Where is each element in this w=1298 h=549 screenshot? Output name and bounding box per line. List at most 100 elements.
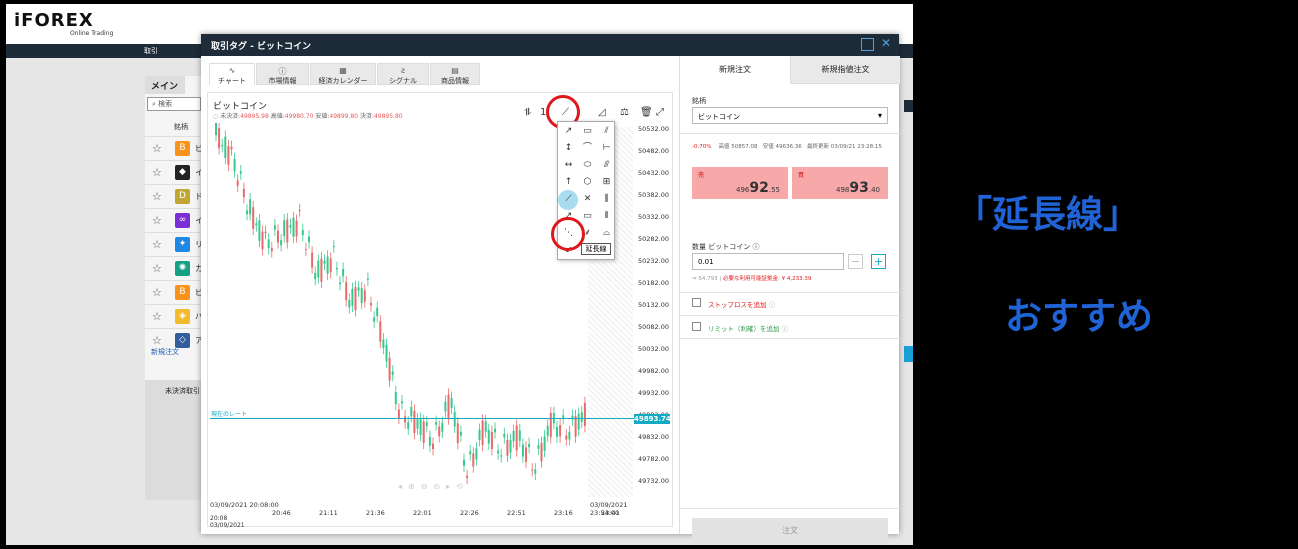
star-icon[interactable]: ☆ — [152, 334, 162, 347]
candle-body — [348, 299, 351, 308]
candle-body — [267, 239, 270, 249]
candle-type-icon[interactable]: ⥮ — [524, 107, 531, 118]
grid-tool-icon[interactable]: ⊞ — [597, 174, 616, 191]
indicator-icon[interactable]: ◿ — [598, 107, 606, 118]
time-tick: 23:16 — [554, 509, 573, 517]
symbol-value: ビットコイン — [698, 113, 740, 121]
candle-body — [270, 248, 273, 252]
candle-body — [525, 447, 527, 462]
close-icon[interactable]: ✕ — [881, 36, 891, 50]
fullscreen-icon[interactable]: ⤢ — [656, 107, 664, 118]
fib-tool-icon[interactable]: ⊢ — [597, 140, 616, 157]
instrument-row[interactable]: ☆ ◆ イ — [145, 160, 203, 184]
coin-icon: ✦ — [175, 237, 190, 252]
divider — [680, 133, 900, 134]
candle-body — [500, 455, 503, 457]
star-icon[interactable]: ☆ — [152, 310, 162, 323]
nav-trade[interactable]: 取引 — [144, 46, 158, 56]
candle-body — [416, 419, 419, 429]
limit-checkbox[interactable] — [692, 322, 701, 331]
candle-body — [583, 402, 586, 427]
star-icon[interactable]: ☆ — [152, 262, 162, 275]
arc-tool-icon[interactable]: ⌒ — [578, 140, 597, 157]
candle-body — [301, 229, 304, 236]
new-order-link[interactable]: 新規注文 — [151, 347, 179, 357]
time-tick: 21:11 — [319, 509, 338, 517]
arrow-tool-icon[interactable]: ↑ — [559, 174, 578, 191]
tab-new-order[interactable]: 新規注文 — [680, 56, 790, 84]
tab-chart[interactable]: ∿ チャート — [209, 63, 255, 85]
annotation-title: 「延長線」 — [955, 193, 1140, 236]
cross-tool-icon[interactable]: ✕ — [578, 191, 597, 208]
symbol-select[interactable]: ビットコイン ▾ — [692, 107, 888, 124]
trend-line-tool-icon[interactable]: ↗ — [559, 123, 578, 140]
instrument-row[interactable]: ☆ ✦ リ — [145, 232, 203, 256]
channel-tool-icon[interactable]: ⫼ — [597, 191, 616, 208]
star-icon[interactable]: ☆ — [152, 238, 162, 251]
help-icon[interactable]: ⓘ — [769, 301, 776, 309]
help-icon[interactable]: ⓘ — [752, 243, 759, 251]
arc2-tool-icon[interactable]: ⌓ — [597, 225, 616, 242]
instrument-row[interactable]: ☆ ✺ カ — [145, 256, 203, 280]
scale-icon[interactable]: ⚖ — [620, 107, 629, 118]
sell-button[interactable]: 売 49692.55 — [692, 167, 788, 199]
submit-order-button[interactable]: 注文 — [692, 518, 888, 544]
extension-line-tool-icon[interactable]: ⟋ — [559, 191, 578, 208]
star-icon[interactable]: ☆ — [152, 166, 162, 179]
star-icon[interactable]: ☆ — [152, 286, 162, 299]
candle-body — [345, 282, 348, 301]
instrument-row[interactable]: ☆ B ビ — [145, 136, 203, 160]
candle-body — [363, 290, 366, 302]
instrument-row[interactable]: ☆ D ド — [145, 184, 203, 208]
tab-product-info[interactable]: ▤ 商品情報 — [430, 63, 480, 85]
trash-icon[interactable]: 🗑︎ — [640, 107, 653, 118]
sell-price-main: 92 — [749, 180, 769, 196]
candle-body — [385, 344, 388, 362]
price-tick: 50182.00 — [638, 279, 670, 287]
search-input[interactable]: ⌕ 検索 — [147, 97, 201, 111]
updated-label: 最終更新 — [807, 144, 830, 150]
vertical-line-tool-icon[interactable]: ↕ — [559, 140, 578, 157]
time-tick: 22:01 — [413, 509, 432, 517]
candle-body — [447, 394, 450, 419]
quantity-input[interactable]: 0.01 — [692, 253, 844, 270]
star-icon[interactable]: ☆ — [152, 190, 162, 203]
tab-limit-order[interactable]: 新規指値注文 — [790, 56, 900, 84]
candle-body — [317, 260, 320, 278]
quantity-minus-button[interactable]: − — [848, 254, 863, 269]
buy-button[interactable]: 買 49893.40 — [792, 167, 888, 199]
limit-label[interactable]: リミット（利確）を追加 ⓘ — [708, 323, 788, 333]
candle-body — [469, 451, 472, 455]
instrument-row[interactable]: ☆ ∞ イ — [145, 208, 203, 232]
candle-body — [546, 425, 549, 436]
price-chart[interactable]: ビットコイン ◌ 未決済:49895.98 高値:49980.70 安値:498… — [207, 92, 673, 529]
star-icon[interactable]: ☆ — [152, 142, 162, 155]
tab-main[interactable]: メイン — [145, 76, 185, 94]
price-tick: 49732.00 — [638, 477, 670, 485]
pitchfork-tool-icon[interactable]: ⫽ — [597, 123, 616, 140]
candle-body — [252, 207, 255, 229]
horizontal-line-tool-icon[interactable]: ↔ — [559, 157, 578, 174]
rectangle-tool-icon[interactable]: ▭ — [578, 123, 597, 140]
low-value: 49636.36 — [775, 144, 802, 150]
instrument-row[interactable]: ☆ B ビ — [145, 280, 203, 304]
tab-label: シグナル — [389, 77, 417, 85]
candle-body — [329, 258, 332, 273]
tab-signals[interactable]: ƨ シグナル — [377, 63, 429, 85]
wave-tool-icon[interactable]: ⦀ — [597, 208, 616, 225]
instrument-row[interactable]: ☆ ◈ バ — [145, 304, 203, 328]
zoom-controls[interactable]: ◂⊕⊖⊝▸⟲ — [398, 482, 469, 491]
polygon-tool-icon[interactable]: ⬡ — [578, 174, 597, 191]
tab-economic-calendar[interactable]: ▦ 経済カレンダー — [310, 63, 376, 85]
star-icon[interactable]: ☆ — [152, 214, 162, 227]
stoploss-checkbox[interactable] — [692, 298, 701, 307]
stoploss-label[interactable]: ストップロスを追加 ⓘ — [708, 299, 775, 309]
quantity-plus-button[interactable]: + — [871, 254, 886, 269]
tab-market-info[interactable]: ⓘ 市場情報 — [256, 63, 309, 85]
help-icon[interactable]: ⓘ — [782, 325, 789, 333]
detach-icon[interactable] — [861, 38, 874, 51]
coin-icon: ◆ — [175, 165, 190, 180]
ellipse-tool-icon[interactable]: ⬭ — [578, 157, 597, 174]
candle-body — [289, 225, 292, 228]
gann-tool-icon[interactable]: ⫻ — [597, 157, 616, 174]
